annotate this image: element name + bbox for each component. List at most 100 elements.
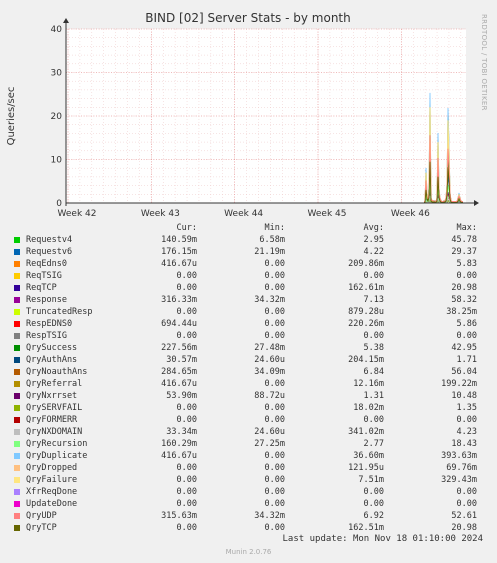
legend-cur-value: 0.00 xyxy=(176,499,197,509)
legend-swatch xyxy=(14,357,20,363)
legend-min-value: 6.58m xyxy=(259,235,285,245)
legend-swatch xyxy=(14,321,20,327)
legend-header-max: Max: xyxy=(456,223,477,233)
legend-min-value: 34.32m xyxy=(254,295,285,305)
legend-avg-value: 2.95 xyxy=(363,235,384,245)
legend-max-value: 69.76m xyxy=(446,463,477,473)
legend-max-value: 42.95 xyxy=(451,343,477,353)
legend-row: XfrReqDone 0.00 0.00 0.00 0.00 xyxy=(0,486,497,498)
legend-cur-value: 33.34m xyxy=(166,427,197,437)
legend-cur-value: 416.67u xyxy=(161,259,197,269)
legend-min-value: 0.00 xyxy=(264,475,285,485)
legend-series-name: QryFORMERR xyxy=(26,415,78,425)
y-tick-label: 40 xyxy=(51,25,63,35)
legend-avg-value: 4.22 xyxy=(363,247,384,257)
legend-row: RespTSIG 0.00 0.00 0.00 0.00 xyxy=(0,330,497,342)
legend-cur-value: 30.57m xyxy=(166,355,197,365)
legend-series-name: QryNXDOMAIN xyxy=(26,427,83,437)
legend-max-value: 1.71 xyxy=(456,355,477,365)
legend-min-value: 34.32m xyxy=(254,511,285,521)
legend-avg-value: 209.86m xyxy=(348,259,384,269)
legend-series-name: UpdateDone xyxy=(26,499,78,509)
legend-cur-value: 140.59m xyxy=(161,235,197,245)
legend-avg-value: 7.13 xyxy=(363,295,384,305)
legend-avg-value: 162.61m xyxy=(348,283,384,293)
legend-max-value: 4.23 xyxy=(456,427,477,437)
legend-avg-value: 0.00 xyxy=(363,499,384,509)
legend-row: QrySERVFAIL 0.00 0.00 18.02m 1.35 xyxy=(0,402,497,414)
legend-row: QryFailure 0.00 0.00 7.51m 329.43m xyxy=(0,474,497,486)
chart-plot: 0 10 20 30 40 Week 42 Week 43 Week 44 Week 45 Wee… xyxy=(6,11,479,219)
legend-cur-value: 0.00 xyxy=(176,463,197,473)
legend-row: RespEDNS0 694.44u 0.00 220.26m 5.86 xyxy=(0,318,497,330)
legend-swatch xyxy=(14,393,20,399)
y-axis-label: Queries/sec xyxy=(6,87,17,146)
legend-max-value: 56.04 xyxy=(451,367,477,377)
legend-swatch xyxy=(14,441,20,447)
legend-cur-value: 0.00 xyxy=(176,283,197,293)
legend-avg-value: 0.00 xyxy=(363,415,384,425)
legend-row: QryUDP 315.63m 34.32m 6.92 52.61 xyxy=(0,510,497,522)
legend-row: QrySuccess 227.56m 27.48m 5.38 42.95 xyxy=(0,342,497,354)
legend-min-value: 27.48m xyxy=(254,343,285,353)
legend-avg-value: 220.26m xyxy=(348,319,384,329)
legend-swatch xyxy=(14,237,20,243)
legend-max-value: 0.00 xyxy=(456,271,477,281)
legend-avg-value: 341.02m xyxy=(348,427,384,437)
chart-title: BIND [02] Server Stats - by month xyxy=(145,11,351,25)
legend-swatch xyxy=(14,297,20,303)
legend-cur-value: 0.00 xyxy=(176,331,197,341)
legend-avg-value: 0.00 xyxy=(363,271,384,281)
legend-row: QryNoauthAns 284.65m 34.09m 6.84 56.04 xyxy=(0,366,497,378)
legend-swatch xyxy=(14,333,20,339)
legend-row: QryAuthAns 30.57m 24.60u 204.15m 1.71 xyxy=(0,354,497,366)
legend-min-value: 0.00 xyxy=(264,415,285,425)
legend-cur-value: 416.67u xyxy=(161,379,197,389)
legend-swatch xyxy=(14,501,20,507)
legend-row: QryDuplicate 416.67u 0.00 36.60m 393.63m xyxy=(0,450,497,462)
legend-series-name: QryDropped xyxy=(26,463,78,473)
rrdtool-credit: RRDTOOL / TOBI OETIKER xyxy=(480,14,488,111)
legend-row: QryTCP 0.00 0.00 162.51m 20.98 xyxy=(0,522,497,534)
legend-avg-value: 0.00 xyxy=(363,487,384,497)
legend-avg-value: 204.15m xyxy=(348,355,384,365)
legend-header: Cur: Min: Avg: Max: xyxy=(0,222,497,234)
x-tick-label: Week 44 xyxy=(224,209,263,219)
legend-cur-value: 0.00 xyxy=(176,523,197,533)
legend-row: Requestv6 176.15m 21.19m 4.22 29.37 xyxy=(0,246,497,258)
x-tick-label: Week 42 xyxy=(58,209,97,219)
legend-row: QryReferral 416.67u 0.00 12.16m 199.22m xyxy=(0,378,497,390)
legend-swatch xyxy=(14,273,20,279)
legend-cur-value: 694.44u xyxy=(161,319,197,329)
legend-cur-value: 0.00 xyxy=(176,487,197,497)
legend-min-value: 0.00 xyxy=(264,283,285,293)
legend-series-name: Response xyxy=(26,295,67,305)
legend-avg-value: 1.31 xyxy=(363,391,384,401)
y-axis-arrow xyxy=(63,18,69,23)
legend-series-name: QryRecursion xyxy=(26,439,88,449)
legend-avg-value: 121.95u xyxy=(348,463,384,473)
legend-series-name: QryDuplicate xyxy=(26,451,88,461)
legend-cur-value: 284.65m xyxy=(161,367,197,377)
legend-header-avg: Avg: xyxy=(363,223,384,233)
legend-max-value: 38.25m xyxy=(446,307,477,317)
legend-cur-value: 0.00 xyxy=(176,415,197,425)
legend-min-value: 0.00 xyxy=(264,379,285,389)
legend-min-value: 0.00 xyxy=(264,451,285,461)
legend-swatch xyxy=(14,417,20,423)
y-tick-label: 30 xyxy=(51,69,63,79)
legend-cur-value: 0.00 xyxy=(176,403,197,413)
legend-min-value: 0.00 xyxy=(264,499,285,509)
x-tick-label: Week 43 xyxy=(141,209,180,219)
legend-swatch xyxy=(14,477,20,483)
legend-row: Requestv4 140.59m 6.58m 2.95 45.78 xyxy=(0,234,497,246)
legend-cur-value: 316.33m xyxy=(161,295,197,305)
legend-max-value: 1.35 xyxy=(456,403,477,413)
legend-series-name: TruncatedResp xyxy=(26,307,93,317)
legend-avg-value: 6.92 xyxy=(363,511,384,521)
legend-series-name: QrySERVFAIL xyxy=(26,403,83,413)
legend-max-value: 329.43m xyxy=(441,475,477,485)
legend-avg-value: 6.84 xyxy=(363,367,384,377)
legend-min-value: 0.00 xyxy=(264,319,285,329)
legend-swatch xyxy=(14,405,20,411)
